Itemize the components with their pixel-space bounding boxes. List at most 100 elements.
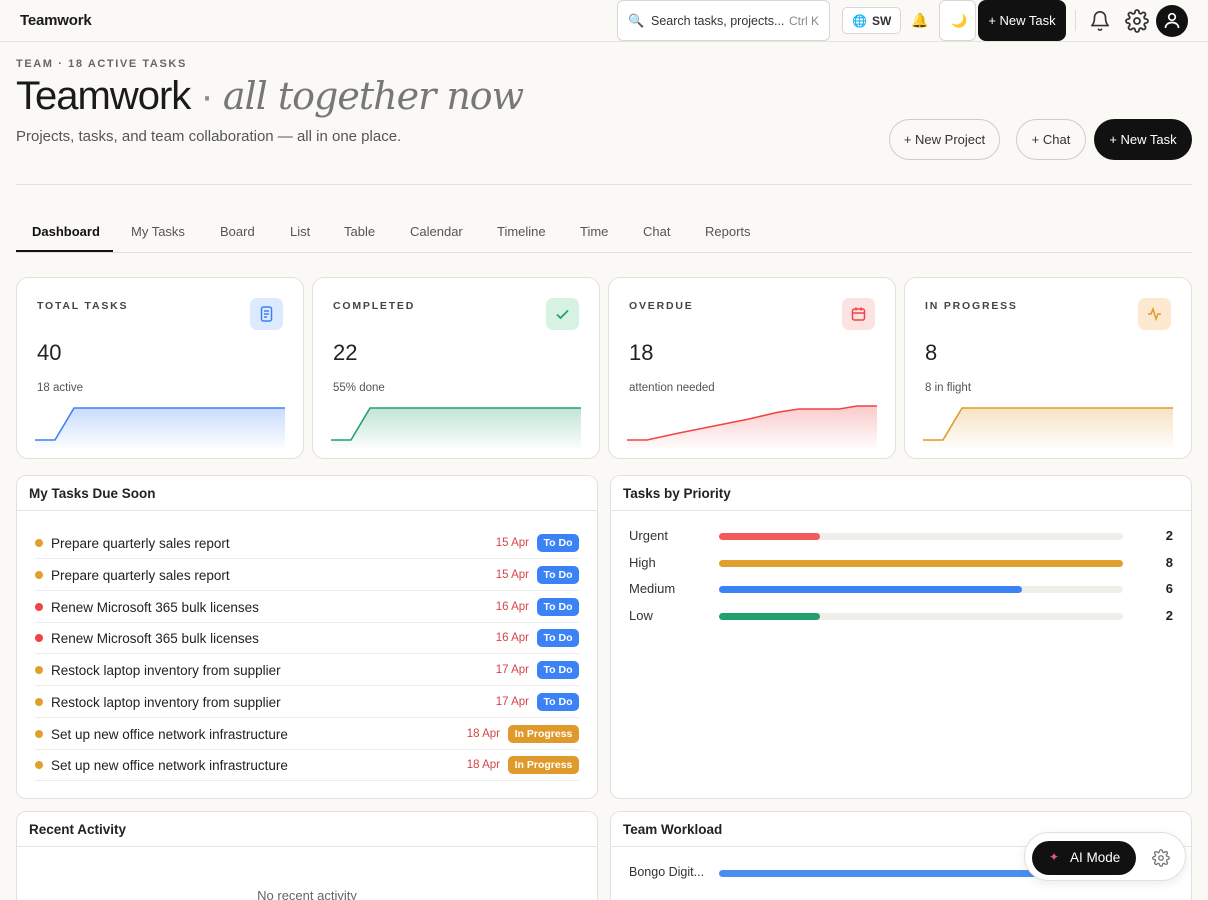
panel-title: Recent Activity: [29, 822, 127, 837]
stat-label: OVERDUE: [629, 300, 694, 312]
task-status-badge[interactable]: In Progress: [508, 756, 579, 775]
tab-board[interactable]: Board: [220, 224, 255, 239]
stat-subtext: attention needed: [629, 382, 715, 394]
priority-label: Low: [629, 608, 653, 624]
workload-member-name: Bongo Digit...: [629, 865, 705, 879]
task-row[interactable]: Set up new office network infrastructure…: [35, 719, 579, 750]
stat-label: IN PROGRESS: [925, 300, 1018, 312]
top-bar: Teamwork 🔍 Search tasks, projects... Ctr…: [0, 0, 1208, 42]
tab-dashboard[interactable]: Dashboard: [32, 224, 100, 239]
priority-dot: [35, 761, 43, 770]
task-status-badge[interactable]: To Do: [537, 661, 579, 679]
priority-track: [719, 586, 1123, 594]
task-name: Set up new office network infrastructure: [51, 726, 288, 742]
stat-card-total-tasks[interactable]: TOTAL TASKS 40 18 active: [16, 277, 304, 459]
language-switcher[interactable]: 🌐 SW: [842, 7, 901, 34]
priority-dot: [35, 634, 43, 643]
notifications-icon[interactable]: [1089, 10, 1111, 32]
tab-table[interactable]: Table: [344, 224, 375, 239]
tab-reports[interactable]: Reports: [705, 224, 751, 239]
panel-title: My Tasks Due Soon: [29, 486, 156, 501]
stat-card-completed[interactable]: COMPLETED 22 55% done: [312, 277, 600, 459]
tab-list[interactable]: List: [290, 224, 310, 239]
ai-settings-icon[interactable]: [1152, 849, 1170, 867]
task-due-date: 16 Apr: [495, 600, 529, 613]
ai-mode-widget: ✦ AI Mode: [1024, 832, 1186, 881]
stat-value: 18: [629, 340, 654, 365]
page-title-main: Teamwork: [16, 74, 191, 118]
priority-dot: [35, 697, 43, 706]
tab-my-tasks[interactable]: My Tasks: [131, 224, 185, 239]
task-name: Renew Microsoft 365 bulk licenses: [51, 599, 259, 615]
priority-row: Urgent 2: [629, 528, 1173, 544]
search-input[interactable]: 🔍 Search tasks, projects... Ctrl K: [617, 0, 830, 41]
priority-track: [719, 533, 1123, 540]
panel-header: Recent Activity: [17, 812, 597, 847]
task-row[interactable]: Prepare quarterly sales report 15 Apr To D…: [35, 560, 579, 591]
task-due-date: 18 Apr: [466, 727, 500, 740]
task-status-badge[interactable]: To Do: [537, 565, 579, 584]
priority-panel: Tasks by Priority Urgent 2 High 8 Medium 6 Low…: [610, 475, 1192, 799]
new-task-button-top[interactable]: + New Task: [978, 0, 1066, 41]
ai-mode-label: AI Mode: [1070, 850, 1121, 865]
chat-button[interactable]: + Chat: [1016, 119, 1086, 160]
moon-icon: 🌙: [951, 13, 968, 28]
task-row[interactable]: Restock laptop inventory from supplier 17…: [35, 687, 579, 718]
notification-bell-icon[interactable]: 🔔: [911, 12, 928, 29]
user-avatar[interactable]: [1156, 5, 1188, 37]
new-task-button[interactable]: + New Task: [1094, 119, 1192, 160]
tab-time[interactable]: Time: [580, 224, 608, 239]
toolbar-divider: [1075, 10, 1076, 31]
header-divider: [16, 184, 1192, 185]
view-tabs: Dashboard My Tasks Board List Table Cale…: [16, 216, 1192, 253]
priority-count: 2: [1165, 608, 1173, 624]
task-status-badge[interactable]: To Do: [537, 629, 579, 648]
priority-dot: [35, 666, 43, 674]
brand-name[interactable]: Teamwork: [20, 12, 92, 29]
task-due-date: 15 Apr: [495, 537, 529, 549]
priority-dot: [35, 729, 43, 738]
calendar-icon: [842, 298, 875, 330]
search-shortcut: Ctrl K: [789, 14, 819, 28]
priority-track: [719, 559, 1123, 567]
task-status-badge[interactable]: To Do: [537, 692, 579, 711]
stat-card-in-progress[interactable]: IN PROGRESS 8 8 in flight: [904, 277, 1192, 459]
priority-bar-fill: [719, 613, 820, 621]
active-tab-indicator: [16, 250, 113, 252]
task-row[interactable]: Renew Microsoft 365 bulk licenses 16 Apr T…: [35, 592, 579, 623]
task-row[interactable]: Restock laptop inventory from supplier 17…: [35, 655, 579, 686]
globe-icon: 🌐: [852, 14, 867, 28]
task-name: Prepare quarterly sales report: [51, 567, 230, 583]
task-row[interactable]: Renew Microsoft 365 bulk licenses 16 Apr T…: [35, 623, 579, 655]
title-separator: ·: [200, 74, 213, 118]
theme-toggle-button[interactable]: 🌙: [939, 0, 976, 41]
task-row[interactable]: Prepare quarterly sales report 15 Apr To D…: [35, 528, 579, 559]
stat-card-overdue[interactable]: OVERDUE 18 attention needed: [608, 277, 896, 459]
priority-label: Urgent: [629, 528, 669, 543]
priority-track: [719, 613, 1123, 621]
page-title: Teamwork · all together now: [16, 74, 524, 119]
empty-state: No recent activity: [257, 888, 357, 900]
task-name: Renew Microsoft 365 bulk licenses: [51, 631, 259, 647]
task-name: Set up new office network infrastructure: [51, 758, 288, 774]
tab-chat[interactable]: Chat: [643, 224, 670, 239]
task-status-badge[interactable]: To Do: [537, 534, 579, 552]
stat-label: TOTAL TASKS: [37, 300, 129, 312]
stat-subtext: 8 in flight: [925, 382, 972, 394]
task-row[interactable]: Set up new office network infrastructure…: [35, 750, 579, 782]
stat-value: 22: [333, 340, 358, 365]
task-status-badge[interactable]: To Do: [537, 597, 579, 616]
ai-mode-button[interactable]: ✦ AI Mode: [1032, 841, 1136, 875]
task-status-badge[interactable]: In Progress: [508, 724, 579, 743]
new-project-button[interactable]: + New Project: [889, 119, 1000, 160]
page-subtitle: all together now: [222, 74, 524, 118]
task-name: Restock laptop inventory from supplier: [51, 663, 281, 678]
tab-timeline[interactable]: Timeline: [497, 224, 546, 239]
priority-count: 2: [1165, 528, 1173, 543]
tab-calendar[interactable]: Calendar: [410, 224, 463, 239]
settings-icon[interactable]: [1125, 9, 1149, 33]
search-placeholder: Search tasks, projects...: [651, 14, 785, 28]
sparkle-icon: ✦: [1049, 850, 1060, 864]
priority-dot: [35, 602, 43, 611]
sparkline-overdue: [627, 405, 877, 448]
